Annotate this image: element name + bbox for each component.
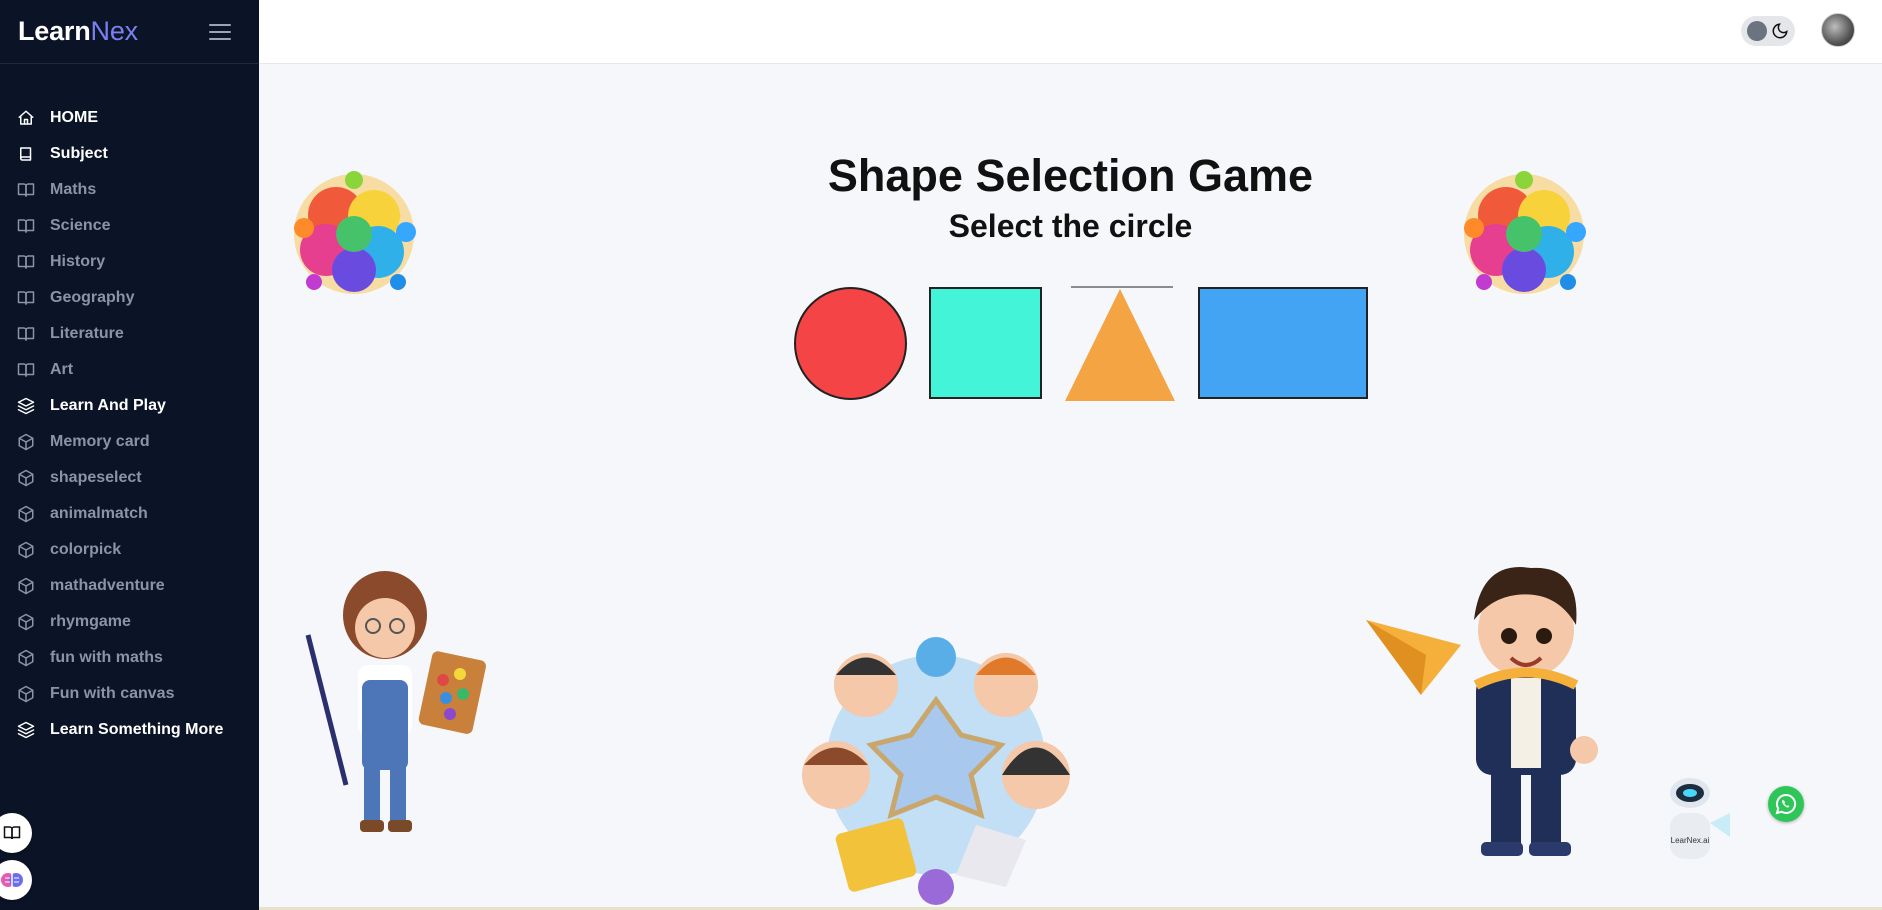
theme-toggle[interactable] [1741, 16, 1795, 46]
toggle-knob [1747, 21, 1767, 41]
layers-icon [17, 721, 35, 739]
sidebar-item-fun-with-maths[interactable]: fun with maths [0, 640, 259, 676]
whatsapp-icon [1775, 793, 1797, 815]
user-avatar[interactable] [1821, 13, 1855, 47]
sidebar-item-literature[interactable]: Literature [0, 316, 259, 352]
sidebar-item-memory-card[interactable]: Memory card [0, 424, 259, 460]
sidebar-item-learn-something-more[interactable]: Learn Something More [0, 712, 259, 748]
sidebar-item-shapeselect[interactable]: shapeselect [0, 460, 259, 496]
sidebar-item-geography[interactable]: Geography [0, 280, 259, 316]
color-splash-image-right [1464, 171, 1586, 294]
open-book-icon [17, 325, 35, 343]
game-prompt: Select the circle [948, 208, 1193, 244]
cube-icon [17, 505, 35, 523]
sidebar-item-label: Literature [50, 325, 124, 342]
sidebar-item-science[interactable]: Science [0, 208, 259, 244]
boy-paper-plane-illustration [1366, 567, 1598, 856]
sidebar-item-home[interactable]: HOME [0, 100, 259, 136]
sidebar-item-fun-with-canvas[interactable]: Fun with canvas [0, 676, 259, 712]
sidebar-item-label: Art [50, 361, 74, 378]
sidebar-item-maths[interactable]: Maths [0, 172, 259, 208]
open-book-icon [17, 181, 35, 199]
open-book-icon [3, 826, 21, 840]
sidebar-item-colorpick[interactable]: colorpick [0, 532, 259, 568]
sidebar-item-history[interactable]: History [0, 244, 259, 280]
girl-painter-illustration [305, 571, 486, 832]
open-book-icon [17, 289, 35, 307]
cube-icon [17, 541, 35, 559]
sidebar-item-label: Geography [50, 289, 135, 306]
open-book-icon [17, 361, 35, 379]
sidebar-item-label: Subject [50, 145, 108, 162]
sidebar-item-label: HOME [50, 109, 98, 126]
sidebar-item-label: rhymgame [50, 613, 131, 630]
sidebar-item-label: animalmatch [50, 505, 148, 522]
sidebar: LearnNex HOME Subject Maths Science History G… [0, 0, 259, 910]
sidebar-item-label: Science [50, 217, 111, 234]
whatsapp-button[interactable] [1768, 786, 1804, 822]
brain-shortcut-button[interactable] [0, 860, 32, 900]
layers-icon [17, 397, 35, 415]
brain-icon [1, 873, 23, 887]
sidebar-item-label: mathadventure [50, 577, 165, 594]
cube-icon [17, 649, 35, 667]
hamburger-menu-icon[interactable] [209, 23, 231, 40]
brand-name-part2: Nex [90, 16, 139, 46]
sidebar-item-mathadventure[interactable]: mathadventure [0, 568, 259, 604]
sidebar-item-label: Fun with canvas [50, 685, 175, 702]
sidebar-item-animalmatch[interactable]: animalmatch [0, 496, 259, 532]
brand-name-part1: Learn [18, 16, 91, 46]
sidebar-item-label: fun with maths [50, 649, 163, 666]
topbar [259, 0, 1882, 64]
brand-row: LearnNex [0, 0, 259, 64]
open-book-icon [17, 217, 35, 235]
shape-option-square[interactable] [929, 287, 1042, 399]
sidebar-item-subject[interactable]: Subject [0, 136, 259, 172]
sidebar-item-label: Memory card [50, 433, 150, 450]
shape-option-rectangle[interactable] [1198, 287, 1368, 399]
cube-icon [17, 613, 35, 631]
sidebar-item-label: Learn And Play [50, 397, 166, 414]
brand-logo[interactable]: LearnNex [18, 16, 138, 47]
cube-icon [17, 577, 35, 595]
open-book-icon [17, 253, 35, 271]
cube-icon [17, 433, 35, 451]
sidebar-nav: HOME Subject Maths Science History Geography L… [0, 64, 259, 748]
kids-group-illustration [802, 637, 1070, 905]
moon-icon [1772, 23, 1788, 39]
shape-option-triangle[interactable] [1063, 286, 1177, 402]
chatbot-label: LearNex.ai [1671, 836, 1710, 845]
book-icon [17, 145, 35, 163]
sidebar-item-rhymgame[interactable]: rhymgame [0, 604, 259, 640]
page-title: Shape Selection Game [827, 150, 1314, 201]
home-icon [17, 109, 35, 127]
shape-option-circle[interactable] [794, 287, 907, 400]
cube-icon [17, 685, 35, 703]
sidebar-item-label: Learn Something More [50, 721, 224, 738]
sidebar-item-learn-and-play[interactable]: Learn And Play [0, 388, 259, 424]
sidebar-item-label: History [50, 253, 106, 270]
color-splash-image-left [294, 171, 416, 294]
sidebar-item-label: Maths [50, 181, 97, 198]
book-shortcut-button[interactable] [0, 813, 32, 853]
sidebar-item-label: colorpick [50, 541, 122, 558]
chatbot-robot-button[interactable]: LearNex.ai [1652, 775, 1732, 865]
sidebar-item-label: shapeselect [50, 469, 142, 486]
sidebar-item-art[interactable]: Art [0, 352, 259, 388]
cube-icon [17, 469, 35, 487]
